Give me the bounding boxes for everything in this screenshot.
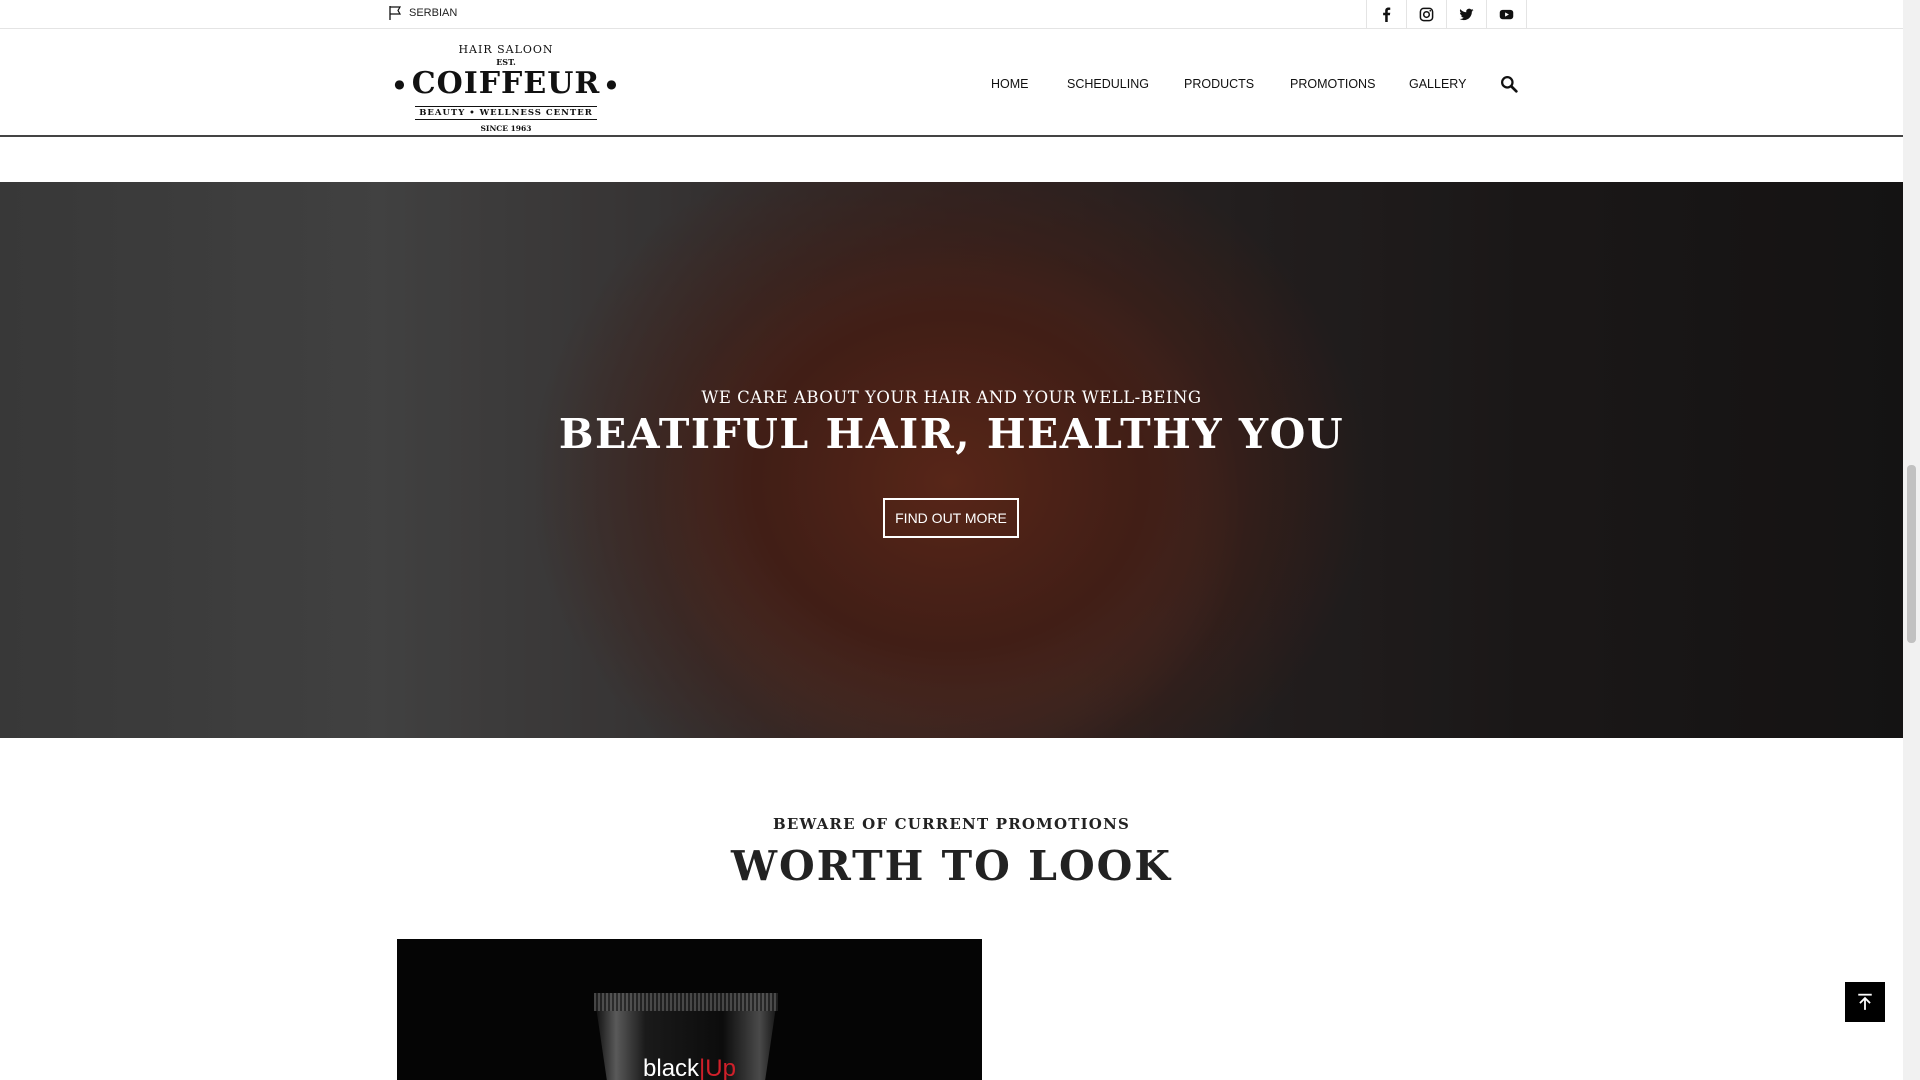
language-switcher[interactable]: SERBIAN	[387, 5, 457, 21]
logo-dot-left: ●	[394, 77, 406, 91]
nav-item-scheduling[interactable]: SCHEDULING	[1067, 77, 1149, 91]
arrow-up-to-top-icon	[1858, 993, 1872, 1010]
hero-banner: WE CARE ABOUT YOUR HAIR AND YOUR WELL-BE…	[0, 182, 1903, 738]
product-label-up: Up	[705, 1055, 736, 1080]
nav-item-promotions[interactable]: PROMOTIONS	[1290, 77, 1375, 91]
youtube-icon	[1499, 9, 1514, 20]
promotion-card[interactable]: black|Up	[397, 939, 982, 1080]
find-out-more-button[interactable]: FIND OUT MORE	[883, 498, 1019, 538]
instagram-link[interactable]	[1407, 0, 1447, 29]
nav-item-gallery[interactable]: GALLERY	[1409, 77, 1466, 91]
twitter-icon	[1459, 8, 1474, 21]
hero-title: BEATIFUL HAIR, HEALTHY YOU	[558, 410, 1345, 458]
youtube-link[interactable]	[1487, 0, 1527, 29]
promotions-subtitle: BEWARE OF CURRENT PROMOTIONS	[772, 815, 1131, 833]
promotions-title: WORTH TO LOOK	[730, 842, 1173, 890]
logo-brand-text: COIFFEUR	[411, 66, 601, 101]
search-icon[interactable]	[1500, 75, 1518, 93]
product-label: black|Up	[397, 1055, 982, 1080]
social-links	[1366, 0, 1527, 29]
logo-arc-text: HAIR SALOON	[458, 43, 554, 56]
nav-item-home[interactable]: HOME	[991, 77, 1029, 91]
hero-image-overlay	[0, 182, 1903, 738]
product-tube-cap	[594, 993, 778, 1011]
instagram-icon	[1419, 7, 1434, 22]
logo-tagline: BEAUTY • WELLNESS CENTER	[415, 106, 597, 120]
top-bar: SERBIAN	[0, 0, 1903, 29]
twitter-link[interactable]	[1447, 0, 1487, 29]
back-to-top-button[interactable]	[1845, 982, 1885, 1022]
scrollbar-thumb[interactable]	[1907, 465, 1916, 643]
hero-subtitle: WE CARE ABOUT YOUR HAIR AND YOUR WELL-BE…	[701, 388, 1202, 407]
flag-icon	[389, 6, 402, 20]
facebook-icon	[1383, 7, 1391, 22]
logo-brand: ● COIFFEUR ●	[378, 68, 634, 100]
nav-item-products[interactable]: PRODUCTS	[1184, 77, 1254, 91]
facebook-link[interactable]	[1367, 0, 1407, 29]
logo-since: SINCE 1963	[480, 124, 532, 133]
product-label-black: black	[643, 1055, 700, 1080]
logo-dot-right: ●	[606, 77, 618, 91]
language-label[interactable]: SERBIAN	[409, 7, 457, 19]
site-logo[interactable]: HAIR SALOON EST. ● COIFFEUR ● BEAUTY • W…	[378, 39, 634, 133]
page-scrollbar[interactable]	[1903, 0, 1920, 1080]
site-header: HAIR SALOON EST. ● COIFFEUR ● BEAUTY • W…	[0, 29, 1903, 137]
